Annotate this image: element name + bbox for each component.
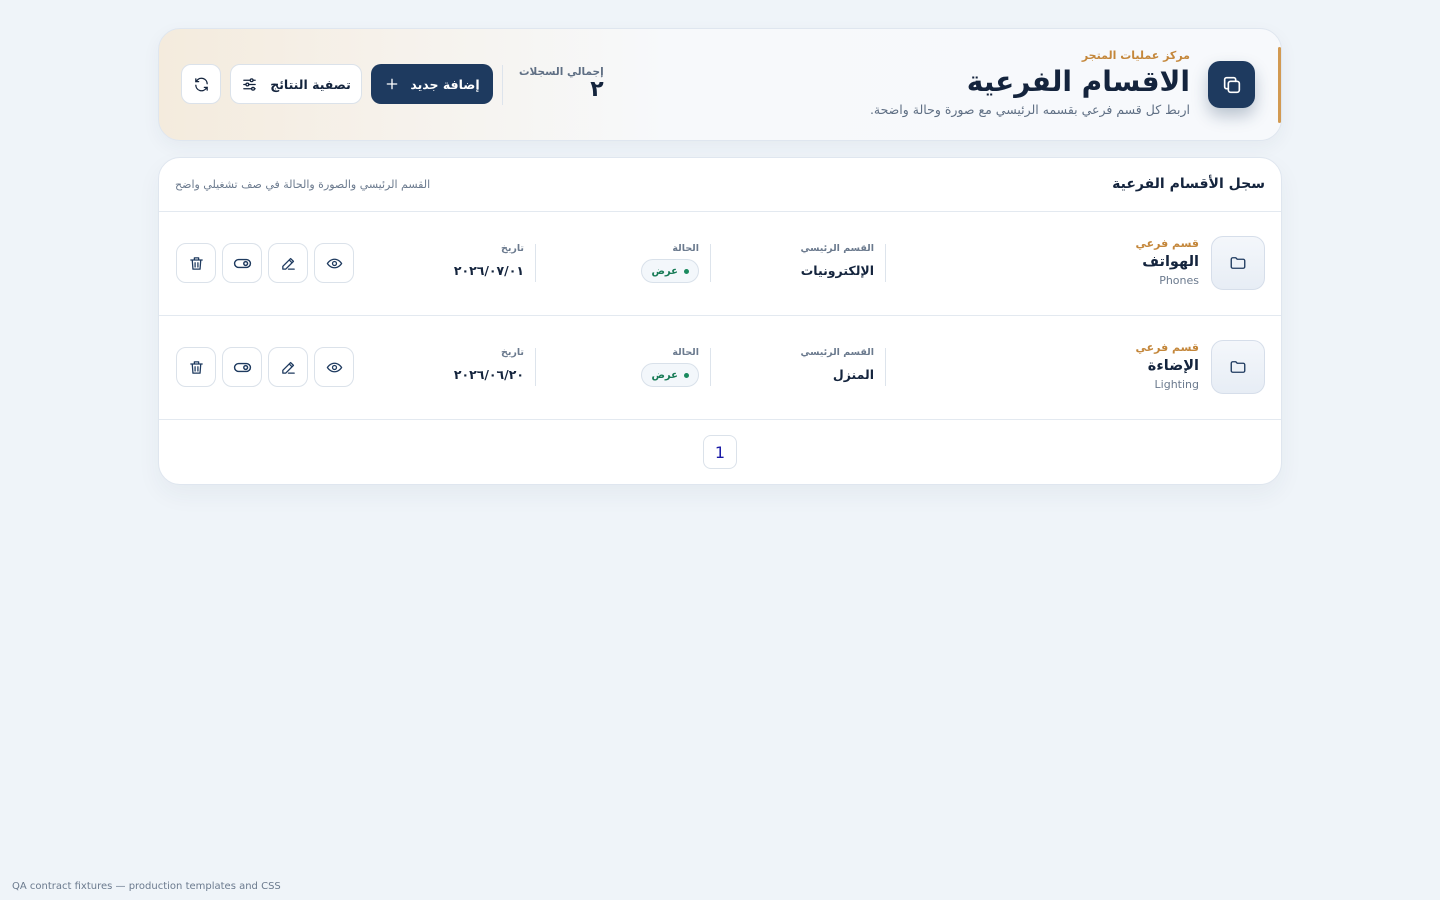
divider [710, 348, 711, 386]
date-value: ٢٠٢٦/٠٧/٠١ [453, 263, 524, 278]
row-tag: قسم فرعي [1135, 341, 1199, 354]
parent-cell: القسم الرئيسي الإلكترونيات [800, 242, 874, 282]
divider [535, 348, 536, 386]
delete-button[interactable] [176, 243, 216, 283]
page-header: مركز عمليات المتجر الاقسام الفرعية اربط … [158, 28, 1282, 141]
eye-icon [326, 258, 342, 268]
status-badge: عرض [641, 363, 699, 387]
parent-value: الإلكترونيات [800, 263, 874, 278]
trash-icon [189, 360, 203, 374]
panel-header: سجل الأقسام الفرعية القسم الرئيسي والصور… [159, 158, 1281, 212]
table-row: قسم فرعي الهواتف Phones القسم الرئيسي ال… [159, 212, 1281, 316]
accent-bar [1278, 47, 1281, 123]
status-label: الحالة [672, 243, 699, 254]
add-button-label: إضافة جديد [410, 76, 480, 92]
folder-icon [1211, 340, 1265, 394]
parent-cell: القسم الرئيسي المنزل [800, 346, 874, 386]
row-tag: قسم فرعي [1135, 237, 1199, 250]
divider [502, 65, 503, 105]
toggle-button[interactable] [222, 243, 262, 283]
copy-icon [1208, 61, 1255, 108]
status-dot-icon [684, 268, 689, 274]
filter-button-label: تصفية النتائج [270, 76, 351, 92]
toggle-button[interactable] [222, 347, 262, 387]
table-row: قسم فرعي الإضاءة Lighting القسم الرئيسي … [159, 316, 1281, 420]
row-name-en: Lighting [1154, 378, 1199, 391]
status-text: عرض [651, 369, 678, 381]
view-button[interactable] [314, 243, 354, 283]
row-name-en: Phones [1159, 274, 1199, 287]
delete-button[interactable] [176, 347, 216, 387]
edit-icon [281, 257, 295, 270]
row-name: الهواتف [1142, 254, 1199, 270]
status-badge: عرض [641, 259, 699, 283]
row-name: الإضاءة [1147, 358, 1199, 374]
parent-label: القسم الرئيسي [800, 243, 874, 254]
stat-value: ٢ [590, 77, 604, 102]
parent-value: المنزل [832, 367, 874, 382]
add-new-button[interactable]: إضافة جديد [371, 64, 493, 104]
status-dot-icon [684, 372, 689, 378]
parent-label: القسم الرئيسي [800, 347, 874, 358]
divider [535, 244, 536, 282]
date-cell: تاريخ ٢٠٢٦/٠٧/٠١ [454, 242, 524, 282]
edit-button[interactable] [268, 243, 308, 283]
trash-icon [189, 256, 203, 270]
plus-icon [387, 78, 398, 90]
footer-note: QA contract fixtures — production templa… [12, 881, 281, 892]
header-text: مركز عمليات المتجر الاقسام الفرعية اربط … [870, 48, 1190, 120]
row-name-block: قسم فرعي الإضاءة Lighting [1135, 340, 1199, 394]
sliders-icon [243, 77, 256, 91]
divider [710, 244, 711, 282]
panel-title: سجل الأقسام الفرعية [1112, 176, 1265, 192]
records-stat: إجمالي السجلات ٢ [519, 65, 604, 101]
subcategories-panel: سجل الأقسام الفرعية القسم الرئيسي والصور… [158, 157, 1282, 485]
page-container: مركز عمليات المتجر الاقسام الفرعية اربط … [158, 28, 1282, 485]
view-button[interactable] [314, 347, 354, 387]
page-subtitle: اربط كل قسم فرعي بقسمه الرئيسي مع صورة و… [869, 102, 1190, 117]
date-label: تاريخ [500, 243, 524, 254]
status-cell: الحالة عرض [641, 346, 699, 387]
status-text: عرض [651, 265, 678, 277]
header-eyebrow: مركز عمليات المتجر [1081, 49, 1190, 62]
status-label: الحالة [672, 347, 699, 358]
panel-note: القسم الرئيسي والصورة والحالة في صف تشغي… [175, 178, 431, 191]
divider [885, 244, 886, 282]
filter-button[interactable]: تصفية النتائج [230, 64, 362, 104]
refresh-button[interactable] [181, 64, 221, 104]
refresh-icon [194, 77, 208, 91]
date-cell: تاريخ ٢٠٢٦/٠٦/٢٠ [454, 346, 524, 386]
toggle-icon [233, 258, 251, 268]
row-name-block: قسم فرعي الهواتف Phones [1135, 236, 1199, 290]
divider [885, 348, 886, 386]
edit-button[interactable] [268, 347, 308, 387]
date-label: تاريخ [500, 347, 524, 358]
edit-icon [281, 361, 295, 374]
page-title: الاقسام الفرعية [966, 65, 1190, 98]
date-value: ٢٠٢٦/٠٦/٢٠ [453, 367, 524, 382]
eye-icon [326, 362, 342, 372]
status-cell: الحالة عرض [641, 242, 699, 283]
toggle-icon [233, 362, 251, 372]
pagination-page-1[interactable]: 1 [703, 435, 737, 469]
folder-icon [1211, 236, 1265, 290]
